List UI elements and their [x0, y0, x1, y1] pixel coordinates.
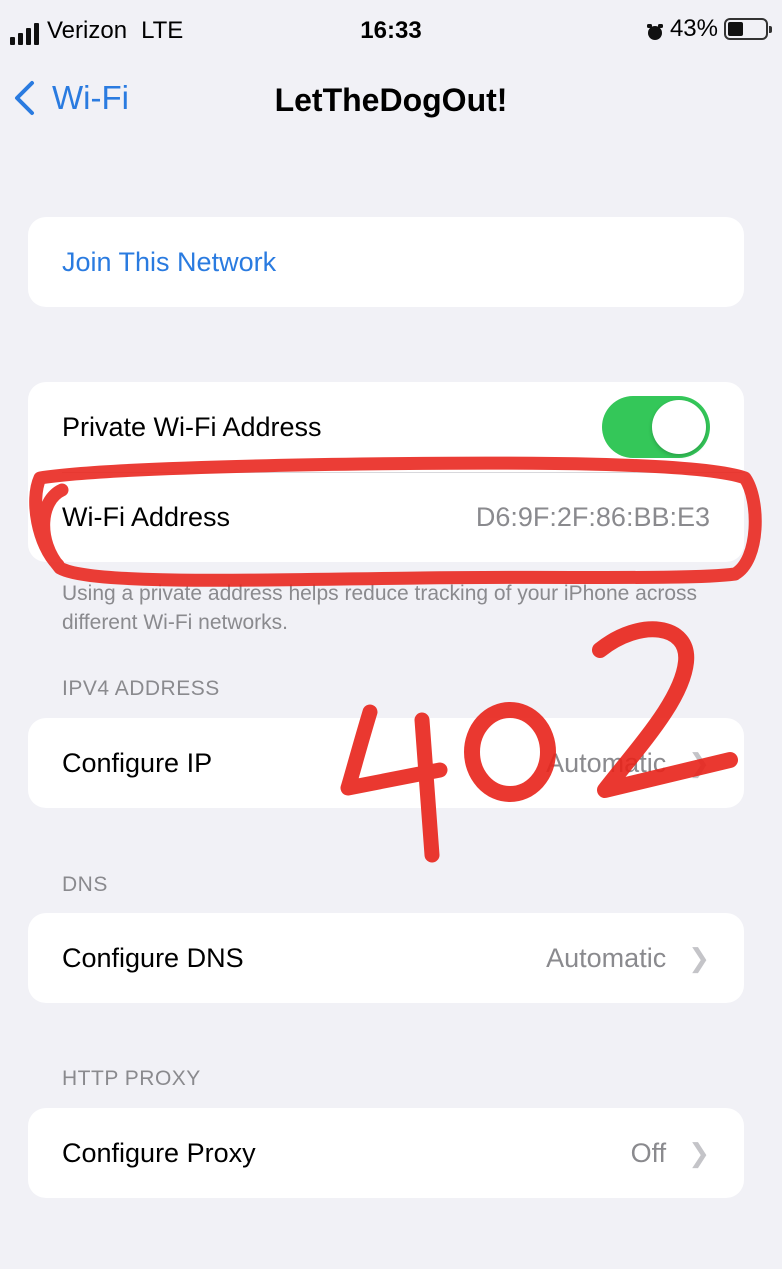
configure-proxy-value-group: Off ❯ [631, 1138, 710, 1169]
chevron-left-icon [15, 81, 34, 115]
chevron-right-icon: ❯ [688, 747, 710, 778]
toggle-knob [652, 400, 706, 454]
configure-proxy-value: Off [630, 1137, 667, 1168]
alarm-icon [646, 20, 664, 40]
ipv4-section-header: IPV4 ADDRESS [62, 677, 220, 700]
dns-section-header: DNS [62, 873, 108, 896]
battery-fill [728, 22, 743, 36]
battery-icon [724, 18, 772, 40]
configure-dns-row[interactable]: Configure DNS Automatic ❯ [62, 913, 710, 1003]
status-bar: Verizon LTE 16:33 43% [0, 0, 782, 62]
ipv4-card: Configure IP Automatic ❯ [28, 718, 744, 808]
configure-ip-value: Automatic [546, 747, 667, 778]
private-address-footnote: Using a private address helps reduce tra… [62, 582, 698, 634]
chevron-right-icon: ❯ [688, 1137, 710, 1168]
dns-card: Configure DNS Automatic ❯ [28, 913, 744, 1003]
status-right: 43% [646, 15, 772, 43]
http-proxy-section-header: HTTP PROXY [62, 1067, 201, 1090]
configure-ip-value-group: Automatic ❯ [546, 748, 710, 779]
configure-dns-label: Configure DNS [62, 942, 244, 973]
wifi-address-label: Wi-Fi Address [62, 501, 231, 532]
back-button[interactable]: Wi-Fi [12, 79, 129, 117]
private-address-label: Private Wi-Fi Address [62, 411, 322, 442]
http-proxy-card: Configure Proxy Off ❯ [28, 1108, 744, 1198]
configure-ip-label: Configure IP [62, 747, 213, 778]
join-network-label: Join This Network [62, 246, 277, 277]
wifi-address-row: Wi-Fi Address D6:9F:2F:86:BB:E3 [62, 472, 710, 562]
navigation-bar: LetTheDogOut! Wi-Fi [0, 62, 782, 138]
private-address-row: Private Wi-Fi Address [62, 382, 710, 472]
configure-dns-value-group: Automatic ❯ [546, 943, 710, 974]
private-address-card: Private Wi-Fi Address Wi-Fi Address D6:9… [28, 382, 744, 562]
join-network-card: Join This Network [28, 217, 744, 307]
battery-cap [769, 26, 772, 33]
join-network-button[interactable]: Join This Network [62, 217, 710, 307]
configure-proxy-row[interactable]: Configure Proxy Off ❯ [62, 1108, 710, 1198]
configure-ip-row[interactable]: Configure IP Automatic ❯ [62, 718, 710, 808]
battery-percent: 43% [669, 15, 718, 42]
configure-dns-value: Automatic [546, 942, 667, 973]
configure-proxy-label: Configure Proxy [62, 1137, 256, 1168]
private-address-toggle[interactable] [602, 396, 710, 458]
chevron-right-icon: ❯ [688, 942, 710, 973]
back-button-label: Wi-Fi [52, 79, 129, 116]
wifi-address-value: D6:9F:2F:86:BB:E3 [475, 501, 710, 532]
